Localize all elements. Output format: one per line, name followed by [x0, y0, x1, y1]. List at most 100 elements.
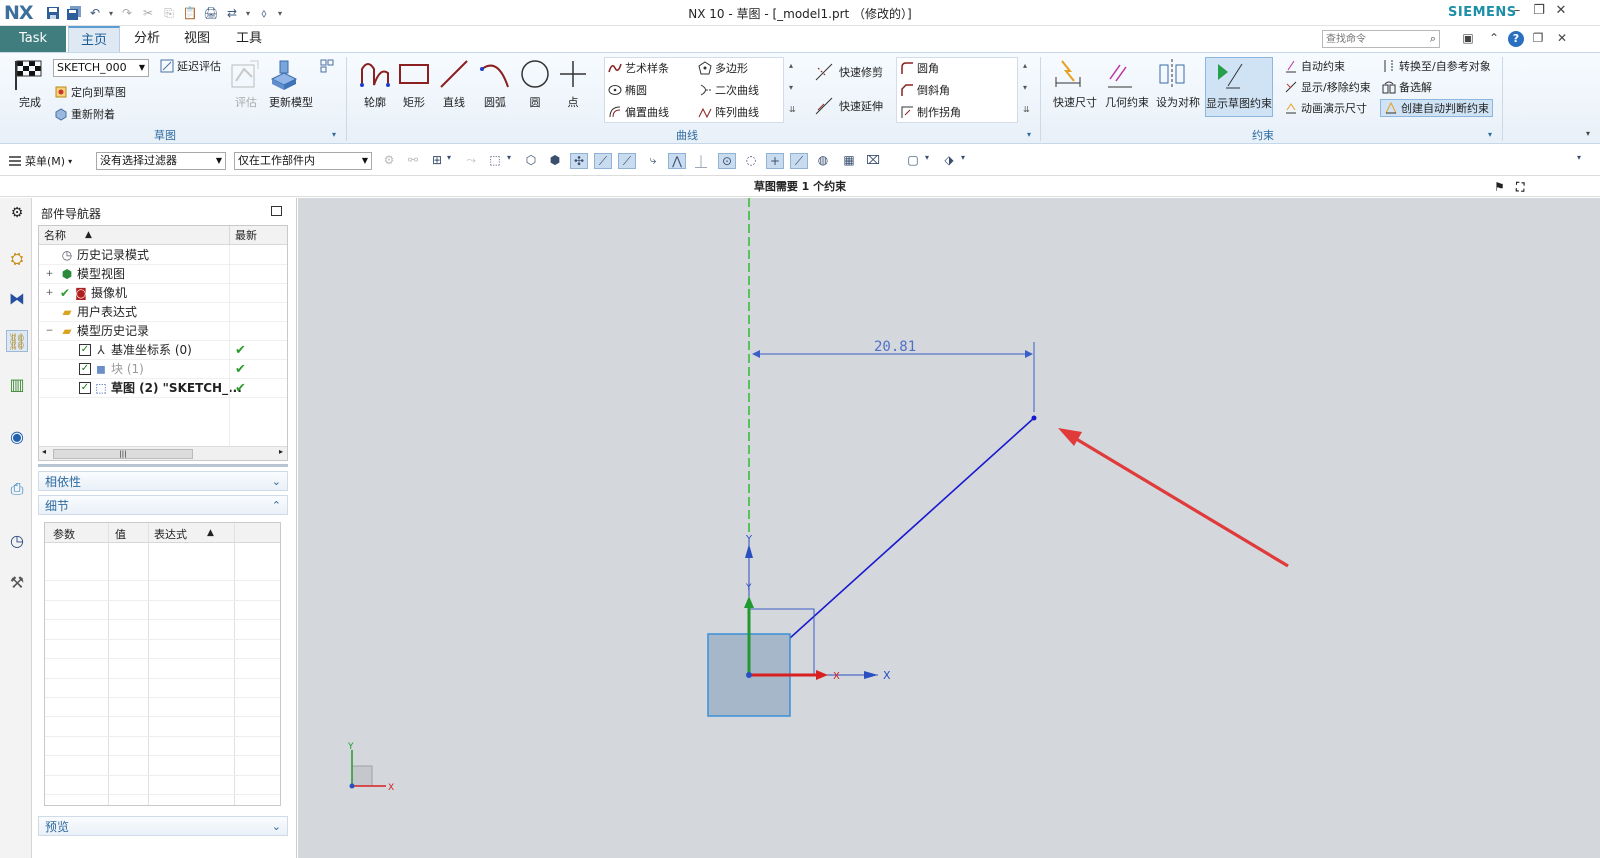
pattern-curve-button[interactable]: 阵列曲线	[698, 103, 759, 121]
show-remove-constraints-button[interactable]: 显示/移除约束	[1284, 78, 1371, 96]
reuse-library-icon[interactable]: ▥	[6, 374, 28, 396]
restore-icon[interactable]: ❐	[1530, 3, 1548, 21]
selection-scope-select[interactable]: 仅在工作部件内 ▼	[234, 152, 372, 170]
fillet-button[interactable]: 圆角	[900, 59, 939, 77]
arc-button[interactable]: 圆弧	[478, 57, 512, 110]
clock-icon[interactable]: ◷	[6, 530, 28, 552]
auto-constrain-button[interactable]: 自动约束	[1284, 57, 1345, 75]
expand-icon[interactable]: +	[45, 270, 54, 279]
touch-mode-icon[interactable]: ⇄	[223, 5, 241, 22]
ribbon-overflow-icon[interactable]: ▾	[1586, 129, 1590, 138]
edit-gallery-expand-icon[interactable]: ⇊	[1023, 105, 1030, 114]
expand-icon[interactable]: +	[45, 289, 54, 298]
horizontal-scrollbar[interactable]: ◂ ||| ▸	[39, 446, 287, 460]
convert-reference-button[interactable]: 转换至/自参考对象	[1382, 57, 1491, 75]
search-icon[interactable]: ⌕	[1430, 32, 1436, 46]
constraint-navigator-icon[interactable]: ⧓	[6, 288, 28, 310]
column-header-latest[interactable]: 最新	[229, 226, 287, 245]
snap-on-curve-icon[interactable]: ⟋	[790, 153, 808, 169]
cut-icon[interactable]: ✂	[139, 5, 157, 22]
maximize-icon[interactable]	[271, 206, 282, 216]
doc-restore-icon[interactable]: ❐	[1530, 31, 1546, 47]
finish-sketch-button[interactable]: 完成	[10, 57, 50, 110]
reattach-button[interactable]: 重新附着	[54, 105, 115, 123]
rectangle-select-icon[interactable]: ⬚	[486, 153, 504, 169]
snap-existing-point-icon[interactable]: +	[766, 153, 784, 169]
update-model-button[interactable]: 更新模型	[266, 57, 316, 110]
snap-midpoint-icon[interactable]: ⟋	[594, 153, 612, 169]
orient-view-dropdown-icon[interactable]: ⬗	[940, 153, 958, 169]
role-icon[interactable]: ⚒	[6, 572, 28, 594]
sketch-line[interactable]	[748, 417, 1035, 676]
snap-clear-icon[interactable]: ⌧	[864, 153, 882, 169]
column-header-value[interactable]: 值	[115, 526, 126, 542]
column-header-name[interactable]: 名称 ▲	[39, 226, 229, 245]
line-button[interactable]: 直线	[437, 57, 471, 110]
make-corner-button[interactable]: 制作拐角	[900, 103, 961, 121]
tab-view[interactable]: 视图	[174, 26, 220, 52]
snap-endpoint-icon[interactable]: ✣	[570, 153, 588, 169]
tab-task[interactable]: Task	[0, 26, 66, 52]
tree-item-model-history[interactable]: − ▰ 模型历史记录	[39, 322, 287, 341]
column-header-expression[interactable]: 表达式	[154, 526, 187, 542]
tree-item-cameras[interactable]: + ✔ ◙ 摄像机	[39, 284, 287, 303]
visibility-checkbox[interactable]: ✓	[79, 382, 91, 394]
conic-button[interactable]: 二次曲线	[698, 81, 759, 99]
select-solid-icon[interactable]: ⬢	[546, 153, 564, 169]
animate-dimension-button[interactable]: 动画演示尺寸	[1284, 99, 1367, 117]
tab-analysis[interactable]: 分析	[124, 26, 170, 52]
close-icon[interactable]: ✕	[1552, 3, 1570, 21]
edit-gallery-down-icon[interactable]: ▾	[1023, 83, 1027, 92]
sketch-name-select[interactable]: SKETCH_000 ▼	[53, 59, 149, 77]
doc-close-icon[interactable]: ✕	[1554, 31, 1570, 47]
offset-curve-button[interactable]: 偏置曲线	[608, 103, 669, 121]
tree-item-datum-csys[interactable]: ✓ ⅄ 基准坐标系 (0) ✔	[39, 341, 287, 360]
studio-spline-button[interactable]: 艺术样条	[608, 59, 669, 77]
visibility-checkbox[interactable]: ✓	[79, 363, 91, 375]
tab-home[interactable]: 主页	[68, 26, 120, 52]
snap-tangent-icon[interactable]: ⤷	[644, 153, 662, 169]
sketch-group-expand-icon[interactable]: ▾	[332, 130, 336, 139]
origin-point[interactable]	[746, 672, 752, 678]
rapid-dimension-button[interactable]: 快速尺寸	[1050, 57, 1100, 110]
copy-icon[interactable]: ⎘	[160, 5, 178, 22]
undo-icon[interactable]: ↶	[86, 5, 104, 22]
ribbon-options-icon[interactable]: ▣	[1460, 31, 1476, 47]
chevron-down-icon[interactable]: ▾	[958, 153, 968, 169]
gallery-scroll-up-icon[interactable]: ▴	[789, 61, 793, 70]
toolbar-overflow-icon[interactable]: ▾	[1574, 153, 1584, 169]
profile-button[interactable]: 轮廓	[358, 57, 392, 110]
point-button[interactable]: 点	[558, 57, 588, 110]
edit-gallery-up-icon[interactable]: ▴	[1023, 61, 1027, 70]
scrollbar-thumb[interactable]: |||	[53, 449, 193, 459]
quick-extend-button[interactable]: 快速延伸	[814, 97, 883, 115]
snap-arc-center-icon[interactable]: ⊙	[718, 153, 736, 169]
part-navigator-icon[interactable]: ⛓	[6, 330, 28, 352]
splitter[interactable]	[38, 464, 288, 467]
quick-trim-button[interactable]: 快速修剪	[814, 63, 883, 81]
circle-button[interactable]: 圆	[518, 57, 552, 110]
sketch-more-button[interactable]	[320, 57, 334, 75]
evaluate-button[interactable]: 评估	[228, 57, 264, 110]
qat-customize-icon[interactable]: ▾	[276, 9, 284, 18]
sketch-canvas[interactable]: 20.81 Y Y X X Y X	[298, 198, 1600, 858]
snap-perpendicular-icon[interactable]: ⏊	[692, 153, 710, 169]
snap-bounded-grid-icon[interactable]: ▦	[840, 153, 858, 169]
select-face-icon[interactable]: ⬡	[522, 153, 540, 169]
assembly-navigator-icon[interactable]: ⛭	[6, 248, 28, 270]
selection-filter-select[interactable]: 没有选择过滤器 ▼	[96, 152, 226, 170]
snap-on-surface-icon[interactable]: ◍	[814, 153, 832, 169]
geometric-constraint-button[interactable]: 几何约束	[1102, 57, 1152, 110]
column-header-parameter[interactable]: 参数	[53, 526, 75, 542]
polygon-button[interactable]: 多边形	[698, 59, 748, 77]
chamfer-button[interactable]: 倒斜角	[900, 81, 950, 99]
history-icon[interactable]: ⎙	[6, 478, 28, 500]
redo-icon[interactable]: ↷	[118, 5, 136, 22]
rectangle-button[interactable]: 矩形	[397, 57, 431, 110]
help-icon[interactable]: ?	[1508, 31, 1524, 47]
select-bodies-icon[interactable]: ⚯	[404, 153, 422, 169]
gallery-scroll-down-icon[interactable]: ▾	[789, 83, 793, 92]
constraint-group-expand-icon[interactable]: ▾	[1488, 130, 1492, 139]
show-sketch-constraints-button[interactable]: 显示草图约束	[1205, 57, 1273, 117]
tree-item-history-mode[interactable]: ◷ 历史记录模式	[39, 246, 287, 265]
